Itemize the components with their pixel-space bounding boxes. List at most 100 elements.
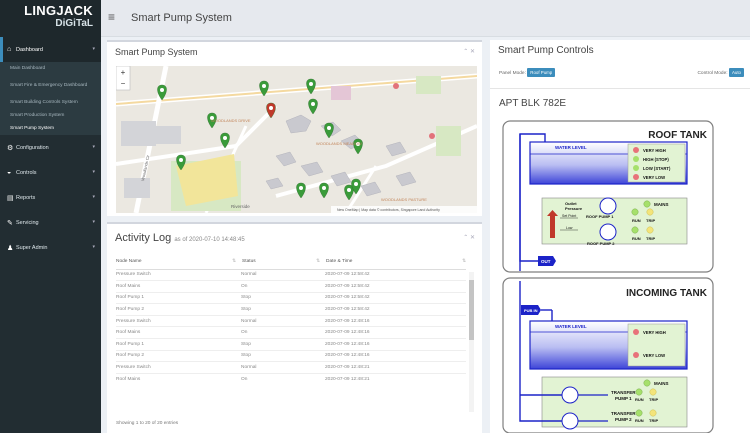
control-mode-select[interactable]: Auto [728, 68, 744, 77]
pub-in-label: PUB IN [524, 308, 538, 313]
sidebar-item-super-admin[interactable]: ♟ Super Admin ▾ [0, 235, 101, 260]
box-tools[interactable]: ⌃ ✕ [463, 234, 475, 241]
cell-node-name: Pressure Switch [116, 361, 232, 374]
top-navbar: ≡ Smart Pump System [101, 0, 750, 37]
sidebar-subitem-fire-emergency[interactable]: Smart Fire & Emergency Dashboard [0, 75, 101, 96]
sidebar-item-label: Reports [16, 194, 36, 201]
gears-icon: ⚙ [7, 144, 14, 152]
cell-date-time: 2020-07-09 12:58:42 [316, 291, 466, 304]
cell-node-name: Roof Pump 1 [116, 291, 232, 304]
column-header-node-name[interactable]: Node Name [116, 255, 232, 270]
map-attribution: New OneMap | Map data © contributors, Si… [337, 208, 440, 212]
map-label-riverside: Riverside [231, 204, 250, 209]
sidebar-item-servicing[interactable]: ✎ Servicing ▾ [0, 210, 101, 235]
run-label: RUN [632, 236, 641, 241]
brand-logo[interactable]: LINGJACK DiGiTaL [0, 0, 101, 37]
incoming-water-level-label: WATER LEVEL [555, 324, 587, 329]
map-label-woodlands-meadow: WOODLANDS MEADOW [316, 141, 362, 146]
transfer-pump-1-label: TRANSFER [611, 390, 636, 395]
table-info-footer: Showing 1 to 20 of 20 entries [116, 421, 179, 426]
home-icon: ⌂ [7, 46, 12, 53]
cell-date-time: 2020-07-09 12:58:42 [316, 280, 466, 293]
chevron-down-icon: ▾ [92, 194, 95, 200]
table-row[interactable]: Roof Pump 1 Stop 2020-07-09 12:58:42 [116, 291, 466, 304]
svg-text:PUMP 2: PUMP 2 [615, 417, 632, 422]
cell-node-name: Roof Mains [116, 326, 232, 339]
map-panel: Smart Pump System ⌃ ✕ + − WOODLANDS DRIV… [107, 40, 482, 216]
table-row[interactable]: Roof Mains On 2020-07-09 12:48:16 [116, 326, 466, 339]
sidebar-item-controls[interactable]: ◒ Controls ▾ [0, 160, 101, 185]
svg-text:+: + [121, 68, 126, 77]
incoming-tank-title: INCOMING TANK [626, 288, 708, 299]
level-indicator-icon [633, 165, 639, 171]
cell-date-time: 2020-07-09 12:48:21 [316, 361, 466, 374]
table-scrollbar[interactable] [469, 272, 474, 412]
svg-text:PUMP 1: PUMP 1 [615, 396, 632, 401]
run-label: RUN [635, 418, 644, 423]
roof-level-label: VERY LOW [643, 175, 665, 180]
svg-text:Pressure: Pressure [565, 206, 583, 211]
cell-date-time: 2020-07-09 12:58:42 [316, 303, 466, 316]
level-indicator-icon [633, 156, 639, 162]
sidebar-subitem-production[interactable]: Smart Production System [0, 109, 101, 122]
column-header-date-time[interactable]: ⇅ Date & Time ⇅ [316, 255, 466, 270]
table-row[interactable]: Roof Pump 1 Stop 2020-07-09 12:48:16 [116, 338, 466, 351]
column-header-status[interactable]: ⇅ Status [232, 255, 316, 270]
sidebar: LINGJACK DiGiTaL ⌂ Dashboard ▾ Main Dash… [0, 0, 101, 433]
wrench-icon: ✎ [7, 219, 13, 227]
roof-level-label: HIGH (STOP) [643, 157, 669, 162]
cell-node-name: Roof Pump 1 [116, 338, 232, 351]
panel-mode-select[interactable]: Roof Pump [527, 68, 556, 77]
dashboard-submenu: Main Dashboard Smart Fire & Emergency Da… [0, 62, 101, 135]
table-row[interactable]: Roof Pump 2 Stop 2020-07-09 12:58:42 [116, 303, 466, 316]
sidebar-item-label: Super Admin [16, 244, 48, 251]
table-row[interactable]: Pressure Switch Normal 2020-07-09 12:48:21 [116, 361, 466, 374]
activity-table-body: Pressure Switch Normal 2020-07-09 12:58:42… [116, 268, 466, 385]
cell-status: Normal [232, 361, 316, 374]
table-row[interactable]: Roof Pump 2 Stop 2020-07-09 12:48:16 [116, 349, 466, 362]
sidebar-subitem-pump-system[interactable]: Smart Pump System [0, 122, 101, 135]
set-point-label: Set Point [562, 214, 576, 218]
roof-level-label: VERY HIGH [643, 148, 666, 153]
scrollbar-thumb[interactable] [469, 280, 474, 340]
map[interactable]: + − WOODLANDS DRIVE WOODLANDS MEADOW WOO… [116, 66, 477, 213]
cell-node-name: Pressure Switch [116, 314, 232, 327]
cell-date-time: 2020-07-09 12:48:16 [316, 338, 466, 351]
sidebar-subitem-main-dashboard[interactable]: Main Dashboard [0, 62, 101, 75]
table-row[interactable]: Roof Mains On 2020-07-09 12:48:21 [116, 372, 466, 385]
roof-pump-2-label: ROOF PUMP 2 [587, 241, 615, 246]
menu-toggle-icon[interactable]: ≡ [108, 10, 115, 24]
map-label-woodlands-drive: WOODLANDS DRIVE [211, 118, 251, 123]
dashboard-gauge-icon: ◒ [7, 169, 12, 176]
cell-status: On [232, 326, 316, 339]
incoming-level-label: VERY HIGH [643, 330, 666, 335]
activity-table: Node Name ⇅ Status ⇅ Date & Time ⇅ Pressure… [116, 255, 466, 385]
page-title: Smart Pump System [131, 12, 232, 24]
sidebar-item-label: Dashboard [16, 46, 43, 53]
box-tools[interactable]: ⌃ ✕ [463, 48, 475, 55]
sidebar-subitem-building-controls[interactable]: Smart Building Controls System [0, 96, 101, 109]
transfer-pump-2-label: TRANSFER [611, 411, 636, 416]
building-name: APT BLK 782E [499, 98, 567, 109]
table-header-row: Node Name ⇅ Status ⇅ Date & Time ⇅ [116, 255, 466, 270]
user-icon: ♟ [7, 244, 14, 252]
sidebar-item-dashboard[interactable]: ⌂ Dashboard ▾ [0, 37, 101, 62]
out-label: OUT [541, 259, 551, 264]
panel-mode: Panel Mode: Roof Pump [499, 68, 556, 77]
cell-date-time: 2020-07-09 12:48:16 [316, 314, 466, 327]
sidebar-item-reports[interactable]: ▤ Reports ▾ [0, 185, 101, 210]
table-row[interactable]: Roof Mains On 2020-07-09 12:58:42 [116, 280, 466, 293]
cell-status: On [232, 372, 316, 385]
map-label-woodlands-pasture: WOODLANDS PASTURE [381, 197, 427, 202]
sidebar-item-label: Servicing [16, 219, 39, 226]
chevron-down-icon: ▾ [92, 169, 95, 175]
table-row[interactable]: Pressure Switch Normal 2020-07-09 12:58:42 [116, 268, 466, 281]
chevron-down-icon: ▾ [92, 46, 95, 52]
sidebar-item-configuration[interactable]: ⚙ Configuration ▾ [0, 135, 101, 160]
roof-water-level-label: WATER LEVEL [555, 145, 587, 150]
chevron-down-icon: ▾ [92, 144, 95, 150]
cell-date-time: 2020-07-09 12:48:16 [316, 349, 466, 362]
table-row[interactable]: Pressure Switch Normal 2020-07-09 12:48:16 [116, 314, 466, 327]
controls-panel: Smart Pump Controls Panel Mode: Roof Pum… [490, 40, 750, 433]
run-label: RUN [632, 218, 641, 223]
